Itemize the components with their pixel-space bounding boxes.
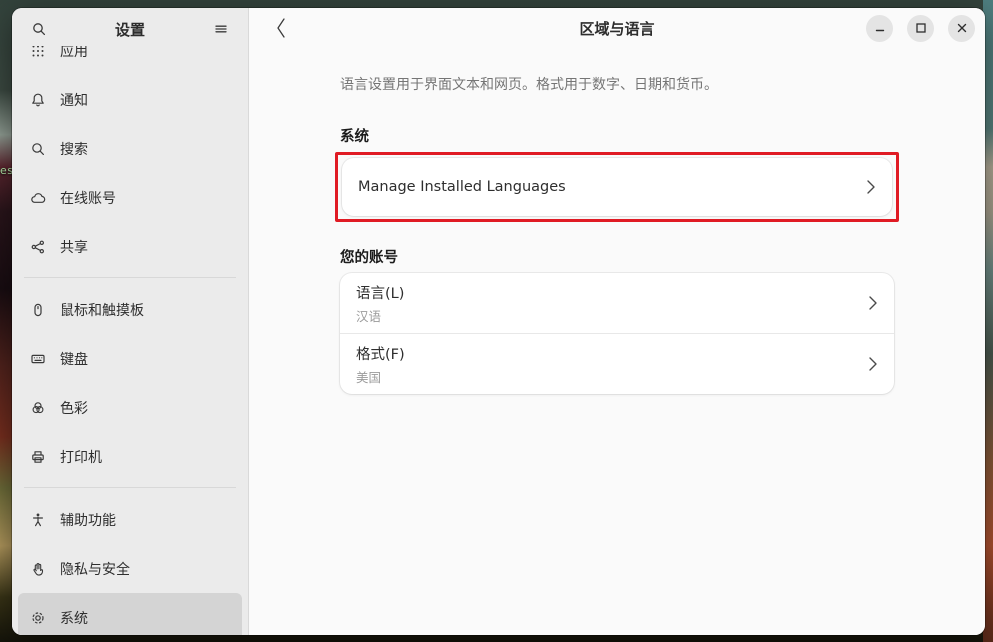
sidebar-item-apps[interactable]: 应用 xyxy=(18,46,242,75)
back-chevron-icon xyxy=(274,17,288,39)
close-icon xyxy=(956,22,968,34)
search-button[interactable] xyxy=(24,14,54,44)
hamburger-menu-button[interactable] xyxy=(206,14,236,44)
sidebar-item-keyboard[interactable]: 键盘 xyxy=(18,334,242,383)
maximize-icon xyxy=(915,22,927,34)
sidebar-item-label: 辅助功能 xyxy=(60,510,116,530)
sidebar-item-search[interactable]: 搜索 xyxy=(18,124,242,173)
language-row-value: 汉语 xyxy=(356,306,404,325)
main-header: 区域与语言 xyxy=(249,8,985,48)
sidebar-item-label: 鼠标和触摸板 xyxy=(60,300,144,320)
sidebar-item-label: 系统 xyxy=(60,608,88,628)
formats-row[interactable]: 格式(F) 美国 xyxy=(340,334,894,394)
sidebar-item-label: 打印机 xyxy=(60,447,102,467)
sidebar: 设置 应用 通知 xyxy=(12,8,249,635)
mouse-icon xyxy=(30,302,46,318)
close-button[interactable] xyxy=(948,15,975,42)
back-button[interactable] xyxy=(265,12,297,44)
page-description: 语言设置用于界面文本和网页。格式用于数字、日期和货币。 xyxy=(340,75,894,95)
apps-icon xyxy=(30,46,46,59)
language-row[interactable]: 语言(L) 汉语 xyxy=(340,273,894,333)
sidebar-item-label: 隐私与安全 xyxy=(60,559,130,579)
sidebar-separator xyxy=(24,487,236,488)
chevron-right-icon xyxy=(868,295,878,311)
system-languages-card: Manage Installed Languages xyxy=(342,158,892,216)
language-row-label: 语言(L) xyxy=(356,282,404,303)
printer-icon xyxy=(30,449,46,465)
formats-row-label: 格式(F) xyxy=(356,343,405,364)
share-icon xyxy=(30,239,46,255)
minimize-button[interactable] xyxy=(866,15,893,42)
window-controls xyxy=(866,15,975,42)
sidebar-item-system[interactable]: 系统 xyxy=(18,593,242,635)
sidebar-header: 设置 xyxy=(12,12,248,46)
sidebar-item-privacy-security[interactable]: 隐私与安全 xyxy=(18,544,242,593)
sidebar-title: 设置 xyxy=(115,19,145,40)
sidebar-separator xyxy=(24,277,236,278)
formats-row-value: 美国 xyxy=(356,367,405,386)
sidebar-item-label: 在线账号 xyxy=(60,188,116,208)
account-card: 语言(L) 汉语 格式(F) 美国 xyxy=(340,273,894,394)
sidebar-item-label: 键盘 xyxy=(60,349,88,369)
sidebar-item-accessibility[interactable]: 辅助功能 xyxy=(18,495,242,544)
cloud-icon xyxy=(30,190,46,206)
sidebar-item-sharing[interactable]: 共享 xyxy=(18,222,242,271)
sidebar-item-color[interactable]: 色彩 xyxy=(18,383,242,432)
sidebar-item-label: 应用 xyxy=(60,46,88,61)
sidebar-list: 应用 通知 搜索 在线账号 xyxy=(12,46,248,635)
hamburger-menu-icon xyxy=(213,21,229,37)
sidebar-item-online-accounts[interactable]: 在线账号 xyxy=(18,173,242,222)
sidebar-item-label: 色彩 xyxy=(60,398,88,418)
minimize-icon xyxy=(874,22,886,34)
bell-icon xyxy=(30,92,46,108)
chevron-right-icon xyxy=(868,356,878,372)
keyboard-icon xyxy=(30,351,46,367)
search-icon xyxy=(31,21,47,37)
maximize-button[interactable] xyxy=(907,15,934,42)
color-icon xyxy=(30,400,46,416)
main-panel: 区域与语言 xyxy=(249,8,985,635)
section-label-your-account: 您的账号 xyxy=(340,246,894,267)
sidebar-item-label: 搜索 xyxy=(60,139,88,159)
manage-installed-languages-label: Manage Installed Languages xyxy=(358,179,566,195)
region-language-page: 语言设置用于界面文本和网页。格式用于数字、日期和货币。 系统 Manage In… xyxy=(249,48,985,635)
section-label-system: 系统 xyxy=(340,125,894,146)
sidebar-item-label: 通知 xyxy=(60,90,88,110)
red-annotation-box: Manage Installed Languages xyxy=(335,152,899,222)
accessibility-icon xyxy=(30,512,46,528)
chevron-right-icon xyxy=(866,179,876,195)
manage-installed-languages-row[interactable]: Manage Installed Languages xyxy=(342,158,892,216)
sidebar-item-mouse-touchpad[interactable]: 鼠标和触摸板 xyxy=(18,285,242,334)
privacy-hand-icon xyxy=(30,561,46,577)
settings-window: 设置 应用 通知 xyxy=(12,8,985,635)
sidebar-item-label: 共享 xyxy=(60,237,88,257)
system-gear-icon xyxy=(30,610,46,626)
sidebar-item-notifications[interactable]: 通知 xyxy=(18,75,242,124)
sidebar-item-printers[interactable]: 打印机 xyxy=(18,432,242,481)
search-icon xyxy=(30,141,46,157)
